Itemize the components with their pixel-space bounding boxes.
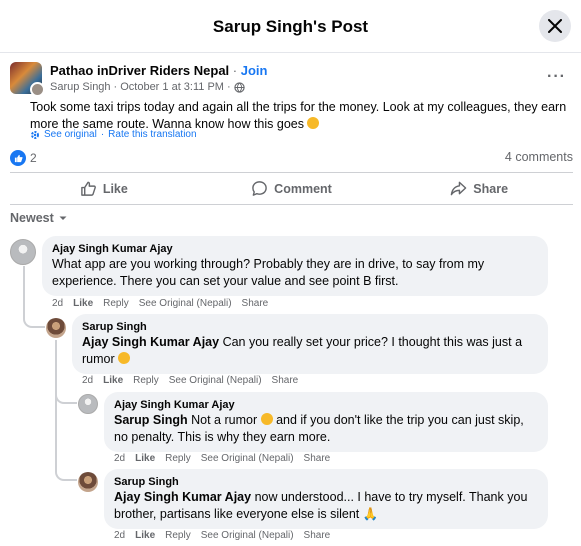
comment-reply-button[interactable]: Reply [133,375,159,386]
thread-connector [55,464,77,481]
comment-like-button[interactable]: Like [135,453,155,464]
globe-icon [233,81,245,93]
join-link[interactable]: Join [241,63,268,78]
chevron-down-icon [59,216,67,220]
post-text: Took some taxi trips today and again all… [30,99,570,133]
comment-icon [252,181,267,196]
comment-bubble: Sarup Singh Ajay Singh Kumar Ajay now un… [104,469,548,529]
post-dialog-header: Sarup Singh's Post [0,0,581,53]
comment-button[interactable]: Comment [198,173,386,204]
comment-actions: 2d Like Reply See Original (Nepali) Shar… [52,298,268,309]
sort-label: Newest [10,211,54,225]
share-icon [451,181,467,196]
comment-time[interactable]: 2d [114,530,125,541]
see-original-button[interactable]: See Original (Nepali) [139,298,232,309]
comment-like-button[interactable]: Like [135,530,155,541]
mention-link[interactable]: Ajay Singh Kumar Ajay [114,490,251,504]
avatar[interactable] [78,394,98,414]
comment-text: Sarup Singh Not a rumor and if you don't… [114,412,538,446]
avatar[interactable] [10,239,36,265]
comment-text: Ajay Singh Kumar Ajay Can you really set… [82,334,538,368]
worried-face-emoji [307,117,320,129]
comment-like-button[interactable]: Like [73,298,93,309]
thread-line [55,340,57,464]
smiling-face-emoji [260,413,273,425]
comment-share-button[interactable]: Share [272,375,299,386]
comment-like-button[interactable]: Like [103,375,123,386]
close-button[interactable] [539,10,571,42]
comment-time[interactable]: 2d [52,298,63,309]
close-icon [548,19,562,33]
comments-count[interactable]: 4 comments [505,150,573,164]
comment-share-button[interactable]: Share [304,530,331,541]
comment-author[interactable]: Sarup Singh [114,475,538,489]
group-avatar[interactable] [10,62,45,97]
separator: · [232,63,238,78]
comment-text: Ajay Singh Kumar Ajay now understood... … [114,489,538,523]
comment-actions: 2d Like Reply See Original (Nepali) Shar… [82,375,298,386]
avatar[interactable] [46,318,66,338]
comment-share-button[interactable]: Share [242,298,269,309]
like-button[interactable]: Like [10,173,198,204]
comment-label: Comment [274,181,332,196]
comment-actions: 2d Like Reply See Original (Nepali) Shar… [114,530,330,541]
comment-reply-button[interactable]: Reply [103,298,129,309]
reaction-count[interactable]: 2 [30,151,37,165]
comment-text: What app are you working through? Probab… [52,257,485,288]
comment-author[interactable]: Sarup Singh [82,320,538,334]
folded-hands-emoji: 🙏 [362,507,379,521]
thread-connector [23,310,45,328]
author-mini-avatar[interactable] [30,82,45,97]
post-body-text: Took some taxi trips today and again all… [30,100,567,131]
see-original-button[interactable]: See Original (Nepali) [169,375,262,386]
mention-link[interactable]: Sarup Singh [114,413,188,427]
comment-bubble: Ajay Singh Kumar Ajay What app are you w… [42,236,548,296]
comment-reply-button[interactable]: Reply [165,453,191,464]
like-icon [81,181,96,196]
rate-translation-link[interactable]: Rate this translation [108,129,196,140]
separator: · [226,81,231,93]
comment-bubble: Ajay Singh Kumar Ajay Sarup Singh Not a … [104,392,548,452]
group-line: Pathao inDriver Riders Nepal · Join [50,63,268,78]
post-header: Pathao inDriver Riders Nepal · Join Saru… [10,62,570,97]
mention-link[interactable]: Ajay Singh Kumar Ajay [82,335,219,349]
gear-icon [31,130,39,139]
post-action-bar: Like Comment Share [10,172,573,205]
see-original-button[interactable]: See Original (Nepali) [201,453,294,464]
comment-author[interactable]: Ajay Singh Kumar Ajay [52,242,538,256]
post-date-link[interactable]: October 1 at 3:11 PM [120,81,224,93]
more-icon: ··· [547,68,566,85]
author-link[interactable]: Sarup Singh [50,81,111,93]
thumbs-up-icon [14,154,23,162]
share-label: Share [473,181,509,196]
share-button[interactable]: Share [385,173,573,204]
comment-actions: 2d Like Reply See Original (Nepali) Shar… [114,453,330,464]
comment-time[interactable]: 2d [82,375,93,386]
reactions-row: 2 4 comments [10,149,573,167]
dialog-title: Sarup Singh's Post [212,17,369,36]
astonished-face-emoji [118,352,131,364]
separator: · [113,81,118,93]
avatar[interactable] [78,472,98,492]
comment-bubble: Sarup Singh Ajay Singh Kumar Ajay Can yo… [72,314,548,374]
comment-body: Not a rumor [191,413,258,427]
post-meta: Sarup Singh · October 1 at 3:11 PM · [50,81,245,93]
comment-reply-button[interactable]: Reply [165,530,191,541]
comment-author[interactable]: Ajay Singh Kumar Ajay [114,398,538,412]
like-reaction-icon[interactable] [10,150,26,166]
thread-connector [55,390,77,404]
separator: · [100,129,105,140]
comment-time[interactable]: 2d [114,453,125,464]
comment-sort-dropdown[interactable]: Newest [10,211,68,225]
see-original-button[interactable]: See Original (Nepali) [201,530,294,541]
see-original-link[interactable]: See original [44,129,97,140]
more-options-button[interactable]: ··· [547,68,566,86]
comment-share-button[interactable]: Share [304,453,331,464]
like-label: Like [102,181,128,196]
group-name-link[interactable]: Pathao inDriver Riders Nepal [50,63,229,78]
translation-row: See original · Rate this translation [30,129,197,140]
thread-line [23,266,25,312]
